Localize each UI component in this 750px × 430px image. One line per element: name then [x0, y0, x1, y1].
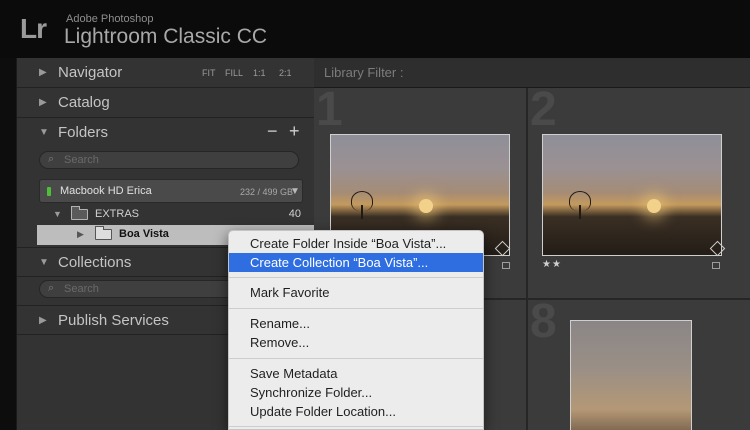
menu-item-rename[interactable]: Rename...: [229, 314, 483, 333]
menu-item-update-folder-location[interactable]: Update Folder Location...: [229, 402, 483, 421]
zoom-1-1-option[interactable]: 1:1: [253, 68, 266, 78]
collapse-triangle-icon: ▼: [39, 127, 49, 138]
cell-index: 1: [316, 83, 343, 136]
zoom-2-1-option[interactable]: 2:1: [279, 68, 292, 78]
lightroom-logo: Lr: [20, 13, 47, 44]
grid-cell[interactable]: 2 ★★: [528, 83, 750, 298]
star-rating[interactable]: ★★: [542, 259, 562, 270]
identity-plate: Lr Adobe Photoshop Lightroom Classic CC: [0, 0, 750, 58]
tree-trunk: [579, 205, 581, 219]
menu-item-synchronize-folder[interactable]: Synchronize Folder...: [229, 383, 483, 402]
folder-icon: [95, 226, 112, 240]
drive-menu-arrow-icon[interactable]: ▼: [290, 186, 300, 197]
expand-triangle-icon[interactable]: ▶: [77, 229, 84, 240]
folder-context-menu: Create Folder Inside “Boa Vista”... Crea…: [228, 230, 484, 430]
navigator-header[interactable]: ▶ Navigator FIT FILL 1:1 2:1: [17, 58, 315, 88]
folder-icon: [71, 206, 88, 220]
sun: [419, 199, 433, 213]
photo-thumbnail[interactable]: [570, 320, 692, 430]
folders-header[interactable]: ▼ Folders − +: [17, 118, 315, 148]
search-icon: ⌕: [48, 282, 55, 294]
collapse-triangle-icon: ▼: [39, 257, 49, 268]
zoom-fill-option[interactable]: FILL: [225, 68, 243, 78]
grid-cell[interactable]: 8: [528, 295, 750, 430]
menu-separator: [229, 277, 483, 278]
folder-label: EXTRAS: [95, 208, 140, 220]
search-placeholder: Search: [64, 283, 99, 295]
menu-separator: [229, 308, 483, 309]
folder-count: 40: [288, 208, 301, 220]
menu-item-save-metadata[interactable]: Save Metadata: [229, 364, 483, 383]
menu-item-remove[interactable]: Remove...: [229, 333, 483, 352]
volume-bar[interactable]: Macbook HD Erica 232 / 499 GB ▼: [39, 179, 303, 203]
collections-title: Collections: [58, 254, 132, 271]
collapse-triangle-icon[interactable]: ▼: [53, 209, 62, 219]
product-name: Lightroom Classic CC: [64, 25, 268, 48]
menu-item-create-folder-inside[interactable]: Create Folder Inside “Boa Vista”...: [229, 234, 483, 253]
menu-item-mark-favorite[interactable]: Mark Favorite: [229, 283, 483, 302]
menu-separator: [229, 426, 483, 427]
cell-index: 2: [530, 83, 557, 136]
library-filter-label: Library Filter :: [324, 65, 404, 80]
folder-label: Boa Vista: [119, 228, 169, 240]
navigator-title: Navigator: [58, 64, 123, 81]
add-folder-button[interactable]: +: [289, 121, 300, 142]
vendor-name: Adobe Photoshop: [66, 13, 154, 25]
drive-status-led: [47, 187, 51, 196]
drive-size: 232 / 499 GB: [240, 187, 294, 197]
folder-row-extras[interactable]: ▼ EXTRAS 40: [17, 205, 315, 225]
photo-thumbnail[interactable]: [542, 134, 722, 256]
flag-icon[interactable]: [502, 262, 510, 269]
catalog-title: Catalog: [58, 94, 110, 111]
catalog-header[interactable]: ▶ Catalog: [17, 88, 315, 118]
flag-icon[interactable]: [712, 262, 720, 269]
expand-triangle-icon: ▶: [39, 97, 47, 108]
expand-triangle-icon: ▶: [39, 67, 47, 78]
publish-services-title: Publish Services: [58, 312, 169, 329]
remove-folder-button[interactable]: −: [267, 121, 278, 142]
expand-triangle-icon: ▶: [39, 315, 47, 326]
drive-name: Macbook HD Erica: [60, 185, 152, 197]
menu-item-create-collection[interactable]: Create Collection “Boa Vista”...: [229, 253, 483, 272]
sun: [647, 199, 661, 213]
menu-separator: [229, 358, 483, 359]
search-placeholder: Search: [64, 154, 99, 166]
folders-search-input[interactable]: ⌕ Search: [39, 151, 299, 169]
tree-trunk: [361, 205, 363, 219]
search-icon: ⌕: [48, 153, 55, 165]
cell-index: 8: [530, 295, 557, 348]
folders-title: Folders: [58, 124, 109, 141]
zoom-fit-option[interactable]: FIT: [202, 68, 216, 78]
